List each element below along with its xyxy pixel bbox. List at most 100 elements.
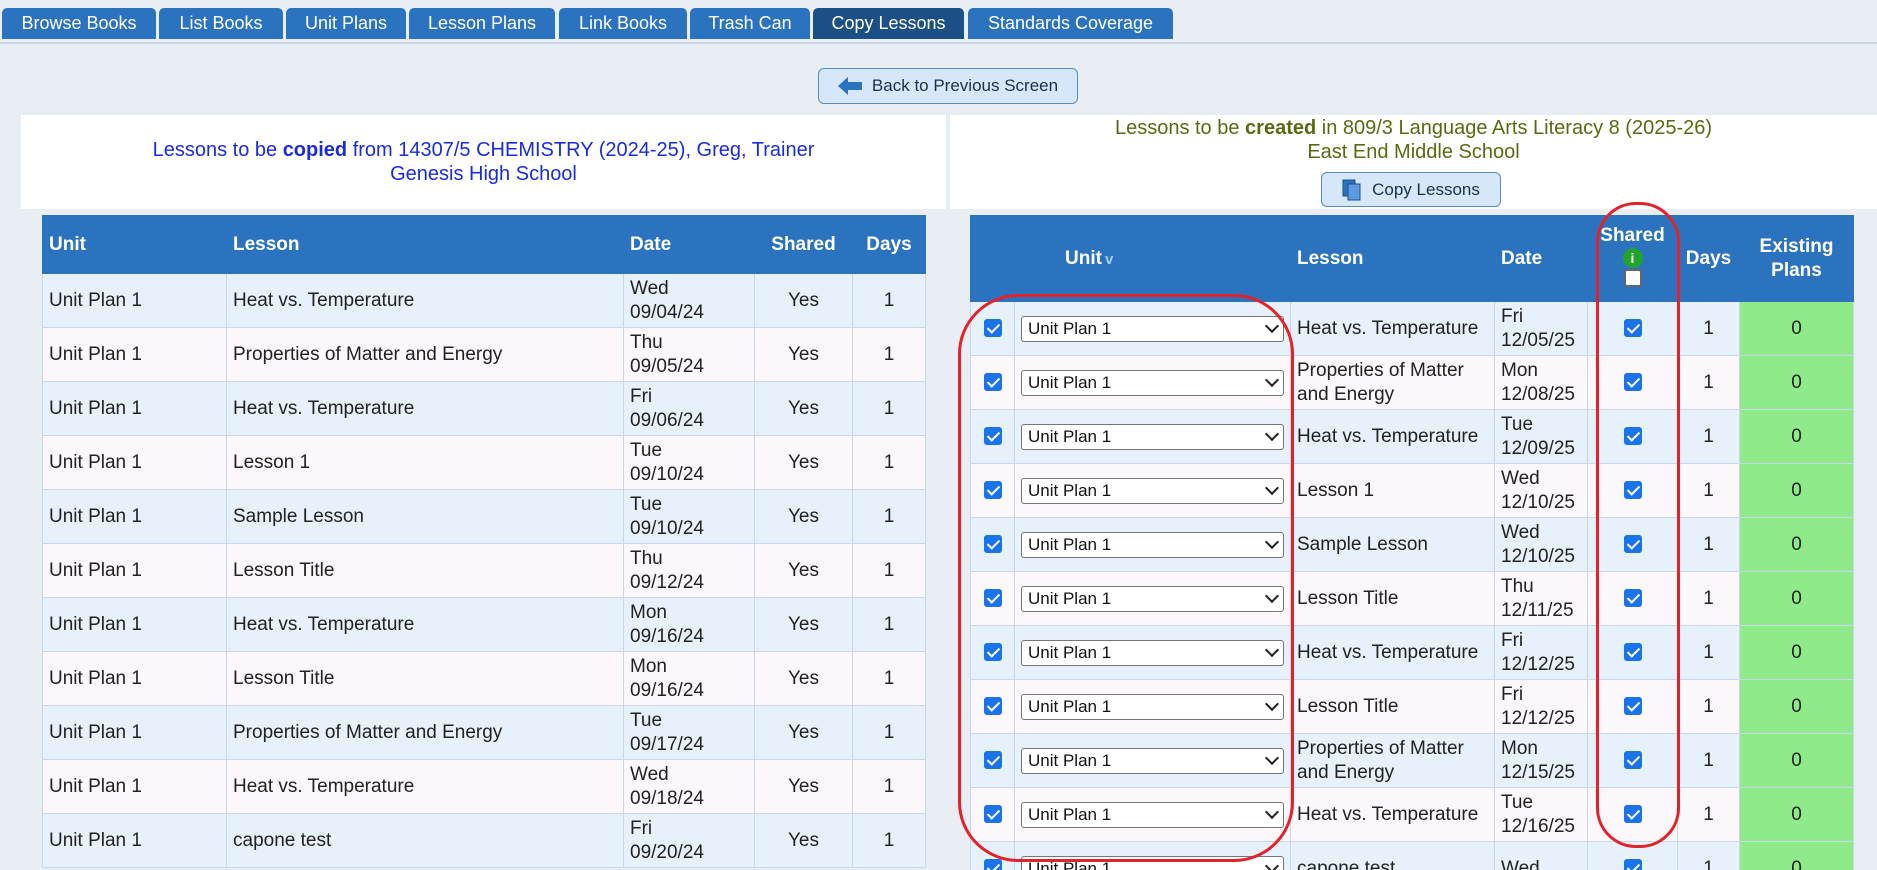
cell-date: Fri 09/06/24 <box>623 381 755 436</box>
target-description: Lessons to be created in 809/3 Language … <box>1114 117 1713 139</box>
col-unit-sort[interactable]: Unit v <box>1014 215 1291 302</box>
cell-shared: Yes <box>754 381 853 436</box>
cell-unit: Unit Plan 1 <box>42 435 227 490</box>
cell-days: 1 <box>852 597 926 652</box>
shared-checkbox[interactable] <box>1623 319 1642 338</box>
cell-existing-plans: 0 <box>1739 571 1854 626</box>
row-select-checkbox[interactable] <box>983 697 1002 716</box>
table-row: Unit Plan 1 Heat vs. Temperature Wed 09/04/… <box>42 273 926 328</box>
tab-lesson-plans[interactable]: Lesson Plans <box>409 8 555 39</box>
cell-unit: Unit Plan 1 <box>42 327 227 382</box>
info-icon[interactable]: i <box>1622 247 1643 268</box>
cell-days: 1 <box>1677 409 1740 464</box>
shared-checkbox[interactable] <box>1623 535 1642 554</box>
shared-checkbox[interactable] <box>1623 751 1642 770</box>
unit-select[interactable]: Unit Plan 1 <box>1021 423 1284 450</box>
cell-existing-plans: 0 <box>1739 517 1854 572</box>
tab-link-books[interactable]: Link Books <box>559 8 687 39</box>
cell-existing-plans: 0 <box>1739 625 1854 680</box>
tab-standards-coverage[interactable]: Standards Coverage <box>968 8 1173 39</box>
tab-trash-can[interactable]: Trash Can <box>690 8 810 39</box>
row-select-checkbox[interactable] <box>983 481 1002 500</box>
tab-list-books[interactable]: List Books <box>159 8 283 39</box>
cell-unit: Unit Plan 1 <box>1014 463 1291 518</box>
cell-days: 1 <box>852 435 926 490</box>
cell-lesson: Lesson Title <box>226 543 624 598</box>
shared-checkbox[interactable] <box>1623 643 1642 662</box>
unit-select[interactable]: Unit Plan 1 <box>1021 531 1284 558</box>
cell-days: 1 <box>852 489 926 544</box>
chevron-down-icon <box>1264 804 1280 820</box>
col-date: Date <box>623 215 755 274</box>
chevron-down-icon <box>1264 588 1280 604</box>
unit-select[interactable]: Unit Plan 1 <box>1021 585 1284 612</box>
row-select-checkbox[interactable] <box>983 751 1002 770</box>
row-select-checkbox[interactable] <box>983 643 1002 662</box>
cell-shared <box>1587 571 1678 626</box>
cell-date: Mon 09/16/24 <box>623 651 755 706</box>
row-select-checkbox[interactable] <box>983 427 1002 446</box>
cell-shared: Yes <box>754 759 853 814</box>
row-select-cell <box>970 463 1015 518</box>
cell-lesson: Lesson Title <box>1290 679 1495 734</box>
cell-unit: Unit Plan 1 <box>1014 841 1291 870</box>
tab-browse-books[interactable]: Browse Books <box>2 8 156 39</box>
table-row: Unit Plan 1 Heat vs. Temperature Fri 12/12/… <box>970 625 1854 680</box>
unit-select[interactable]: Unit Plan 1 <box>1021 855 1284 870</box>
table-row: Unit Plan 1 Lesson 1 Tue 09/10/24 Yes 1 <box>42 435 926 490</box>
cell-unit: Unit Plan 1 <box>42 489 227 544</box>
row-select-checkbox[interactable] <box>983 535 1002 554</box>
tab-unit-plans[interactable]: Unit Plans <box>286 8 406 39</box>
chevron-down-icon <box>1264 426 1280 442</box>
shared-checkbox[interactable] <box>1623 805 1642 824</box>
cell-date: Mon 12/08/25 <box>1494 355 1588 410</box>
cell-shared: Yes <box>754 543 853 598</box>
shared-checkbox[interactable] <box>1623 427 1642 446</box>
row-select-checkbox[interactable] <box>983 589 1002 608</box>
shared-checkbox[interactable] <box>1623 697 1642 716</box>
cell-unit: Unit Plan 1 <box>42 705 227 760</box>
shared-checkbox[interactable] <box>1623 373 1642 392</box>
table-row: Unit Plan 1 Sample Lesson Tue 09/10/24 Yes 1 <box>42 489 926 544</box>
back-arrow-icon <box>837 77 862 95</box>
cell-lesson: Lesson Title <box>226 651 624 706</box>
cell-shared: Yes <box>754 813 853 868</box>
cell-lesson: Sample Lesson <box>226 489 624 544</box>
cell-days: 1 <box>1677 463 1740 518</box>
table-row: Unit Plan 1 Heat vs. Temperature Tue 12/16/… <box>970 787 1854 842</box>
cell-lesson: Properties of Matter and Energy <box>1290 733 1495 788</box>
unit-select[interactable]: Unit Plan 1 <box>1021 639 1284 666</box>
back-to-previous-button[interactable]: Back to Previous Screen <box>818 68 1078 104</box>
row-select-cell <box>970 355 1015 410</box>
row-select-checkbox[interactable] <box>983 373 1002 392</box>
cell-unit: Unit Plan 1 <box>42 273 227 328</box>
cell-date: Tue 12/16/25 <box>1494 787 1588 842</box>
cell-date: Wed 12/10/25 <box>1494 463 1588 518</box>
unit-select[interactable]: Unit Plan 1 <box>1021 801 1284 828</box>
col-days: Days <box>852 215 926 274</box>
col-lesson: Lesson <box>226 215 624 274</box>
unit-select[interactable]: Unit Plan 1 <box>1021 315 1284 342</box>
copy-lessons-button[interactable]: Copy Lessons <box>1321 172 1501 207</box>
cell-unit: Unit Plan 1 <box>1014 679 1291 734</box>
unit-select[interactable]: Unit Plan 1 <box>1021 369 1284 396</box>
cell-shared <box>1587 463 1678 518</box>
unit-select[interactable]: Unit Plan 1 <box>1021 747 1284 774</box>
row-select-checkbox[interactable] <box>983 805 1002 824</box>
row-select-checkbox[interactable] <box>983 859 1002 870</box>
row-select-checkbox[interactable] <box>983 319 1002 338</box>
unit-select[interactable]: Unit Plan 1 <box>1021 693 1284 720</box>
cell-unit: Unit Plan 1 <box>1014 301 1291 356</box>
shared-select-all-checkbox[interactable] <box>1623 268 1642 287</box>
table-row: Unit Plan 1 Heat vs. Temperature Mon 09/16/… <box>42 597 926 652</box>
table-row: Unit Plan 1 Heat vs. Temperature Fri 09/06/… <box>42 381 926 436</box>
tab-copy-lessons[interactable]: Copy Lessons <box>813 8 964 39</box>
table-row: Unit Plan 1 capone test Fri 09/20/24 Yes 1 <box>42 813 926 868</box>
chevron-down-icon <box>1264 750 1280 766</box>
shared-checkbox[interactable] <box>1623 481 1642 500</box>
shared-checkbox[interactable] <box>1623 589 1642 608</box>
unit-select[interactable]: Unit Plan 1 <box>1021 477 1284 504</box>
cell-date: Fri 12/12/25 <box>1494 679 1588 734</box>
shared-checkbox[interactable] <box>1623 859 1642 870</box>
cell-unit: Unit Plan 1 <box>1014 733 1291 788</box>
